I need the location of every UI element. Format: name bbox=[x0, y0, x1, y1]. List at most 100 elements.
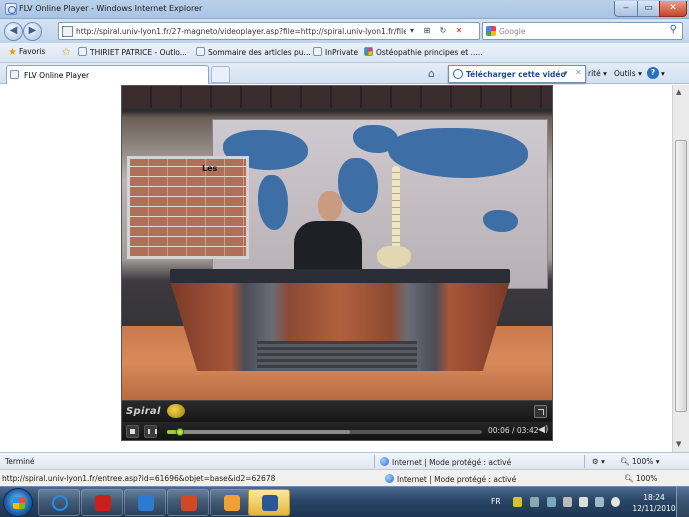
google-icon bbox=[486, 26, 496, 36]
player-logo-bar: Spiral bbox=[122, 400, 552, 422]
navigation-bar: ◀ ▶ http://spiral.univ-lyon1.fr/27-magne… bbox=[0, 19, 689, 43]
close-icon[interactable]: ✕ bbox=[575, 68, 582, 77]
link-preview-bar: http://spiral.univ-lyon1.fr/entree.asp?i… bbox=[0, 469, 689, 486]
pelvis-model bbox=[377, 246, 411, 268]
back-button[interactable]: ◀ bbox=[4, 22, 23, 41]
maximize-button[interactable]: ▭ bbox=[637, 1, 660, 17]
security-menu[interactable]: rité ▾ bbox=[588, 69, 607, 78]
news-desk-base bbox=[257, 341, 417, 371]
powerpoint-icon bbox=[181, 495, 197, 511]
printer-icon[interactable] bbox=[547, 497, 556, 507]
star-icon: ★ bbox=[8, 47, 17, 58]
show-desktop-button[interactable] bbox=[676, 487, 689, 517]
clock-time[interactable]: 18:24 bbox=[637, 493, 671, 502]
favorite-link-osteopathie[interactable]: Ostéopathie principes et ..... bbox=[364, 47, 483, 57]
add-favorite-icon[interactable]: ✩ bbox=[62, 47, 72, 58]
search-icon[interactable]: ⚲ bbox=[670, 24, 677, 35]
media-player-icon bbox=[224, 495, 240, 511]
link-preview-zoom: 🔍︎ 100% bbox=[624, 474, 658, 483]
acrobat-icon bbox=[95, 495, 111, 511]
video-player: Les Spiral 00:06 / 03:42 ◀) bbox=[121, 85, 553, 441]
start-button[interactable] bbox=[3, 488, 33, 517]
scroll-thumb[interactable] bbox=[675, 140, 687, 412]
download-icon bbox=[453, 69, 463, 79]
protected-mode-icon[interactable]: ⚙ ▾ bbox=[592, 457, 605, 466]
seek-progress bbox=[167, 430, 176, 434]
search-box[interactable]: Google ⚲ bbox=[482, 22, 683, 40]
pause-button[interactable] bbox=[144, 425, 157, 438]
taskbar-internet-explorer[interactable] bbox=[38, 489, 80, 516]
seek-handle[interactable] bbox=[175, 428, 184, 436]
scroll-down-icon[interactable]: ▼ bbox=[676, 440, 681, 448]
status-bar: Terminé Internet | Mode protégé : activé… bbox=[0, 452, 689, 469]
help-icon[interactable]: ? bbox=[647, 67, 659, 79]
fullscreen-button[interactable] bbox=[534, 405, 547, 418]
globe-icon bbox=[380, 457, 389, 466]
tab-flv-online-player[interactable]: FLV Online Player bbox=[6, 65, 209, 84]
refresh-icon[interactable]: ↻ bbox=[436, 24, 450, 38]
tray-icon[interactable] bbox=[530, 497, 539, 507]
status-text: Terminé bbox=[5, 457, 35, 466]
taskbar-word[interactable] bbox=[248, 489, 290, 516]
favorite-link-inprivate[interactable]: InPrivate bbox=[313, 47, 358, 57]
link-preview-zone: Internet | Mode protégé : activé bbox=[385, 474, 516, 484]
globe-icon bbox=[385, 474, 394, 483]
stop-icon[interactable]: ✕ bbox=[452, 24, 466, 38]
windows-taskbar: FR 18:24 12/11/2010 bbox=[0, 486, 689, 517]
search-placeholder: Google bbox=[499, 27, 526, 36]
window-title: FLV Online Player - Windows Internet Exp… bbox=[19, 4, 203, 13]
taskbar-media-player[interactable] bbox=[210, 489, 252, 516]
spiral-logo-mark bbox=[167, 404, 185, 418]
compatibility-view-icon[interactable]: ⊞ bbox=[420, 24, 434, 38]
seek-bar[interactable] bbox=[167, 428, 482, 436]
page-icon bbox=[10, 70, 19, 79]
dropdown-arrow-icon[interactable]: ▾ bbox=[405, 24, 419, 38]
volume-icon[interactable] bbox=[611, 497, 620, 507]
scroll-up-icon[interactable]: ▲ bbox=[676, 88, 681, 96]
favorite-link-sommaire[interactable]: Sommaire des articles pu... bbox=[196, 47, 311, 57]
studio-screen-text: Les bbox=[202, 164, 218, 173]
link-preview-url: http://spiral.univ-lyon1.fr/entree.asp?i… bbox=[2, 474, 276, 483]
address-url[interactable]: http://spiral.univ-lyon1.fr/27-magneto/v… bbox=[76, 27, 406, 36]
close-window-button[interactable]: ✕ bbox=[659, 1, 687, 17]
favorite-link-outlook[interactable]: THIRIET PATRICE - Outlo... bbox=[78, 47, 187, 57]
home-icon[interactable]: ⌂ bbox=[428, 67, 435, 80]
security-shield-icon[interactable] bbox=[513, 497, 522, 507]
window-title-bar: FLV Online Player - Windows Internet Exp… bbox=[0, 0, 689, 19]
chevron-down-icon[interactable]: ▾ bbox=[564, 69, 568, 77]
video-frame[interactable]: Les bbox=[122, 86, 552, 400]
volume-icon[interactable]: ◀) bbox=[538, 425, 548, 435]
studio-ceiling bbox=[122, 86, 552, 108]
help-dropdown-icon[interactable]: ▾ bbox=[661, 69, 665, 78]
network-icon[interactable] bbox=[563, 497, 572, 507]
page-icon bbox=[196, 47, 205, 56]
taskbar-explorer[interactable] bbox=[124, 489, 166, 516]
download-video-popup[interactable]: Télécharger cette vidéo ▾ ✕ bbox=[448, 65, 586, 83]
new-tab-button[interactable] bbox=[211, 66, 230, 83]
favorites-label: Favoris bbox=[18, 47, 46, 56]
address-field[interactable]: http://spiral.univ-lyon1.fr/27-magneto/v… bbox=[58, 22, 480, 40]
time-display: 00:06 / 03:42 bbox=[488, 426, 539, 435]
studio-screen bbox=[127, 156, 249, 259]
google-icon bbox=[364, 47, 373, 56]
security-zone[interactable]: Internet | Mode protégé : activé bbox=[380, 457, 511, 467]
display-icon[interactable] bbox=[595, 497, 604, 507]
taskbar-powerpoint[interactable] bbox=[167, 489, 209, 516]
news-desk-top bbox=[170, 269, 510, 283]
vertical-scrollbar[interactable]: ▲ ▼ bbox=[672, 85, 689, 452]
favorites-button[interactable]: ★ Favoris bbox=[8, 47, 45, 58]
player-controls: 00:06 / 03:42 ◀) bbox=[122, 422, 552, 440]
internet-explorer-icon bbox=[52, 495, 68, 511]
clock-date[interactable]: 12/11/2010 bbox=[632, 504, 676, 513]
forward-button[interactable]: ▶ bbox=[23, 22, 42, 41]
seek-buffered bbox=[167, 430, 350, 434]
download-video-label[interactable]: Télécharger cette vidéo bbox=[466, 70, 566, 79]
stop-button[interactable] bbox=[126, 425, 139, 438]
tools-menu[interactable]: Outils ▾ bbox=[614, 69, 642, 78]
taskbar-acrobat[interactable] bbox=[81, 489, 123, 516]
minimize-button[interactable]: ‒ bbox=[614, 1, 638, 17]
language-indicator[interactable]: FR bbox=[491, 497, 501, 506]
flag-icon[interactable] bbox=[579, 497, 588, 507]
page-icon bbox=[62, 26, 73, 37]
zoom-level[interactable]: 🔍︎ 100% ▾ bbox=[620, 457, 660, 466]
